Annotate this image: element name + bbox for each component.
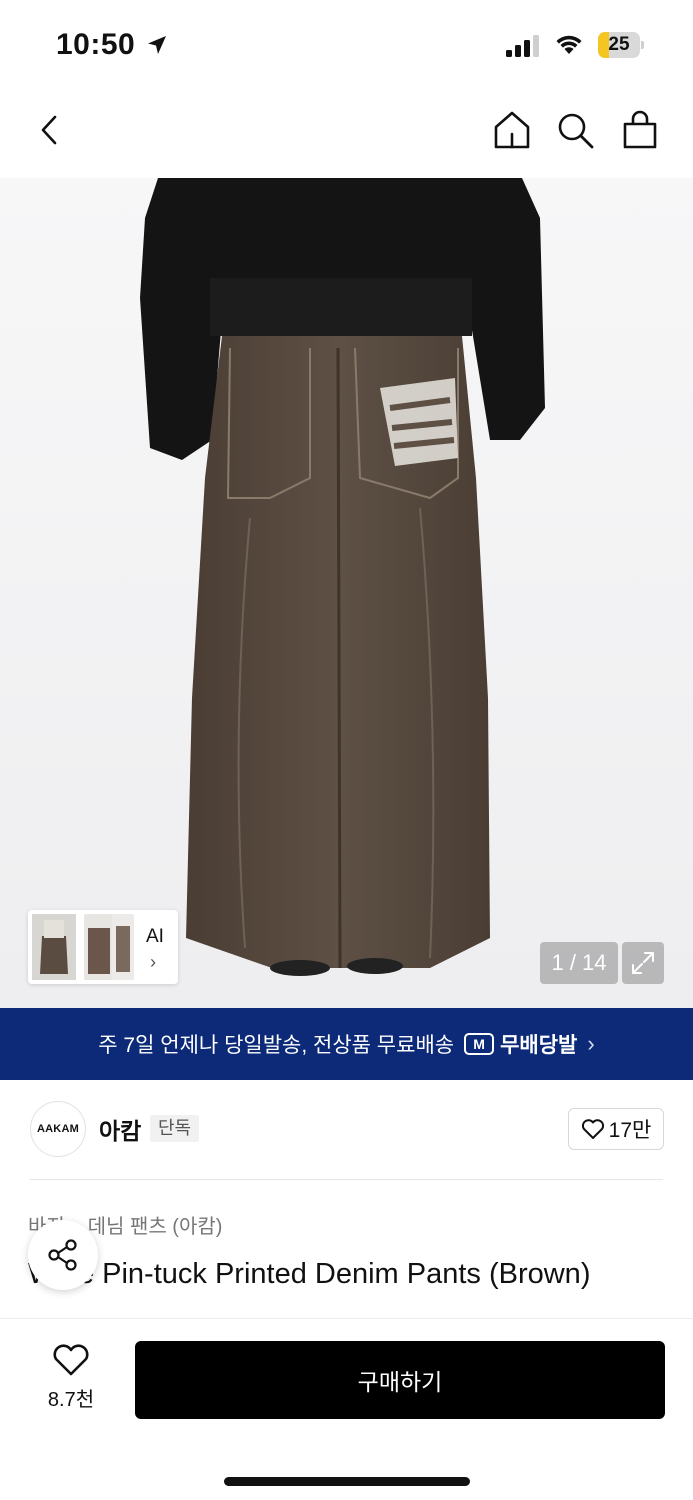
truck-m-icon: M xyxy=(464,1033,495,1055)
search-icon xyxy=(558,113,594,149)
cart-button[interactable] xyxy=(618,108,662,152)
divider xyxy=(30,1179,663,1180)
share-button[interactable] xyxy=(28,1220,98,1290)
brand-row: AAKAM 아캄 단독 17만 xyxy=(0,1080,693,1180)
brand-like-button[interactable]: 17만 xyxy=(568,1108,664,1150)
shipping-banner[interactable]: 주 7일 언제나 당일발송, 전상품 무료배송 M 무배당발 › xyxy=(0,1008,693,1080)
brand-logo[interactable]: AAKAM xyxy=(30,1101,86,1157)
thumbnail-1[interactable] xyxy=(32,914,76,980)
expand-button[interactable] xyxy=(622,942,664,984)
product-title: Wide Pin-tuck Printed Denim Pants (Brown… xyxy=(28,1258,591,1290)
status-time: 10:50 xyxy=(56,28,136,61)
expand-icon xyxy=(632,952,654,974)
share-icon xyxy=(48,1239,77,1271)
exclusive-tag: 단독 xyxy=(150,1115,200,1142)
banner-brand-text: 무배당발 xyxy=(500,1034,578,1057)
ai-chevron-icon: › xyxy=(150,952,156,972)
heart-icon xyxy=(53,1344,89,1376)
location-arrow-icon xyxy=(148,36,166,54)
bottom-action-bar: 8.7천 구매하기 xyxy=(0,1318,693,1500)
home-icon xyxy=(494,111,530,149)
signal-icon xyxy=(506,35,539,57)
back-button[interactable] xyxy=(28,108,72,152)
shopping-bag-icon xyxy=(623,110,657,149)
thumbnail-2[interactable] xyxy=(84,914,114,980)
product-image-gallery[interactable]: AI › 1 / 14 xyxy=(0,178,693,1008)
search-button[interactable] xyxy=(553,108,597,152)
ai-look-thumbnails[interactable]: AI › xyxy=(28,910,178,984)
brand-like-count: 17만 xyxy=(608,1119,652,1142)
wishlist-button[interactable]: 8.7천 xyxy=(30,1343,112,1413)
top-nav xyxy=(0,92,693,178)
home-button[interactable] xyxy=(490,108,534,152)
status-bar: 10:50 25 xyxy=(0,0,693,92)
battery-icon: 25 xyxy=(598,32,644,58)
wifi-icon xyxy=(556,35,582,54)
image-counter: 1 / 14 xyxy=(540,942,618,984)
banner-brand: M 무배당발 xyxy=(464,1029,577,1059)
thumbnail-3[interactable] xyxy=(112,914,134,980)
product-photo xyxy=(140,178,545,976)
heart-icon xyxy=(581,1119,604,1139)
brand-name[interactable]: 아캄 xyxy=(99,1112,141,1146)
banner-text: 주 7일 언제나 당일발송, 전상품 무료배송 xyxy=(98,1034,455,1057)
ai-label: AI xyxy=(146,926,164,947)
home-indicator xyxy=(224,1477,470,1486)
buy-button[interactable]: 구매하기 xyxy=(135,1341,665,1419)
banner-chevron-icon: › xyxy=(587,1031,595,1056)
wishlist-count: 8.7천 xyxy=(47,1389,95,1411)
battery-level: 25 xyxy=(608,34,630,55)
back-chevron-icon xyxy=(41,115,57,145)
